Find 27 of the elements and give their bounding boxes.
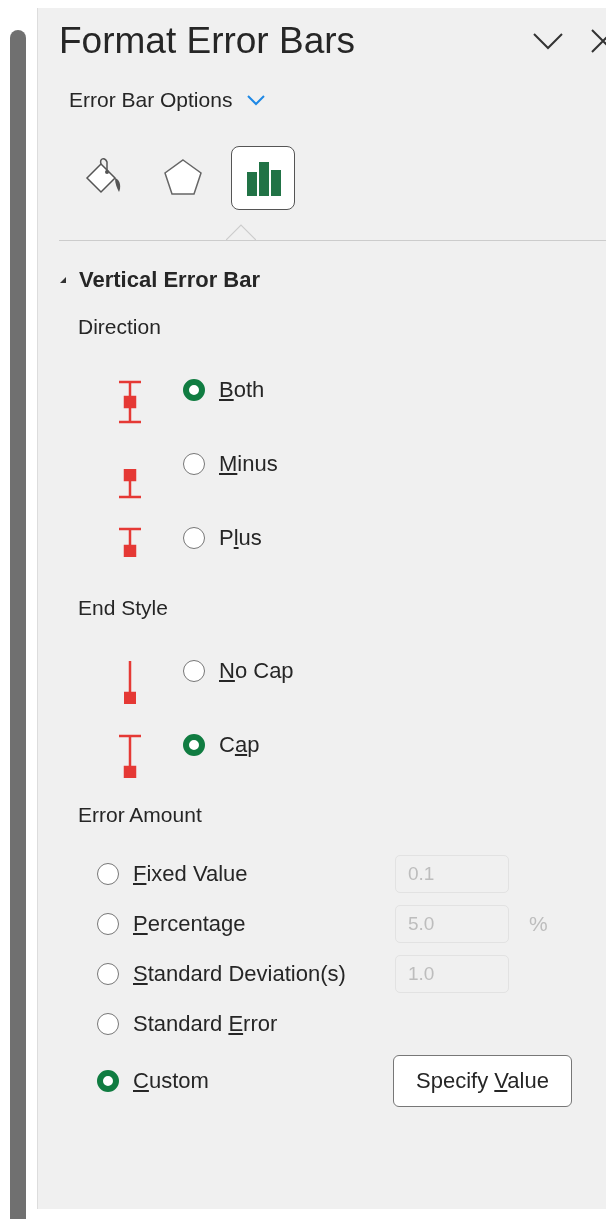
capped-error-bar-icon — [118, 734, 142, 778]
radio-option[interactable]: Standard Error — [97, 1011, 278, 1037]
plus-error-bar-icon — [118, 527, 142, 557]
radio-option[interactable]: Custom — [97, 1068, 209, 1094]
section-title[interactable]: Vertical Error Bar — [79, 267, 260, 293]
options-dropdown[interactable]: Error Bar Options — [69, 88, 267, 112]
radio-option[interactable]: Cap — [183, 732, 260, 758]
scrollbar-thumb[interactable] — [10, 30, 26, 1219]
radio-option[interactable]: Plus — [183, 525, 262, 551]
group-label: End Style — [78, 596, 168, 620]
radio-option[interactable]: Percentage — [97, 911, 246, 937]
minus-error-bar-icon — [118, 469, 142, 499]
group-label: Direction — [78, 315, 161, 339]
radio-option[interactable]: No Cap — [183, 658, 294, 684]
uncapped-error-bar-icon — [124, 660, 136, 704]
radio-option[interactable]: Minus — [183, 451, 278, 477]
collapse-icon[interactable] — [59, 276, 67, 284]
specify-value-button[interactable]: Specify Value — [393, 1055, 572, 1107]
pane-title: Format Error Bars — [59, 20, 357, 62]
radio-option[interactable]: Fixed Value — [97, 861, 248, 887]
error-bar-icon — [118, 380, 142, 424]
tab[interactable] — [231, 146, 295, 210]
group-label: Error Amount — [78, 803, 202, 827]
radio-option[interactable]: Both — [183, 377, 265, 403]
chevron-down-icon[interactable] — [533, 32, 563, 50]
radio-option[interactable]: Standard Deviation(s) — [97, 961, 346, 987]
unit-label: % — [529, 912, 548, 936]
